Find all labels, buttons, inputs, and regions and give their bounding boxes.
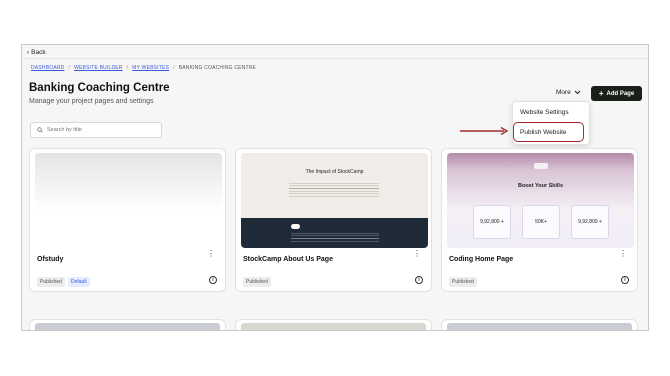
page-card-row2[interactable] [441,319,638,330]
thumbnail-stat-box: 9,92,800 + [473,205,511,239]
page-title: Banking Coaching Centre [29,82,170,94]
menu-item-website-settings[interactable]: Website Settings [520,109,569,116]
thumbnail-heading: Boost Your Skills [517,183,564,189]
breadcrumb-separator: / [126,65,129,71]
chevron-left-icon: ‹ [27,49,30,56]
info-icon[interactable]: i [415,276,423,284]
page-thumbnail: Boost Your Skills 9,92,800 + 50K+ 9,92,8… [447,153,634,248]
breadcrumb-current: BANKING COACHING CENTRE [178,65,257,71]
kebab-menu-icon[interactable]: ⋮ [413,250,421,258]
stat-value: 9,92,800 + [578,219,602,225]
page-subtitle: Manage your project pages and settings [29,98,154,105]
thumbnail-heading: The Impact of StockCamp [305,169,364,175]
status-badge: Published [243,277,271,287]
page-card-row2[interactable] [29,319,226,330]
plus-icon: + [598,88,604,98]
breadcrumb-dashboard[interactable]: DASHBOARD [31,65,64,71]
breadcrumb-separator: / [68,65,71,71]
pointer-arrow-icon [460,127,509,135]
default-badge: Default [67,277,90,287]
thumbnail-pill [291,224,300,229]
page-thumbnail [35,323,220,330]
app-window: ‹ Back DASHBOARD / WEBSITE BUILDER / MY … [21,44,649,331]
breadcrumb-separator: / [173,65,175,71]
info-icon[interactable]: i [621,276,629,284]
page-thumbnail [241,323,426,330]
card-title: Ofstudy [37,256,64,263]
card-badges: Published [243,277,271,287]
breadcrumb: DASHBOARD / WEBSITE BUILDER / MY WEBSITE… [31,65,256,71]
stat-value: 9,92,800 + [480,219,504,225]
back-label: Back [31,49,46,56]
add-page-label: Add Page [606,90,635,97]
more-label: More [556,89,571,96]
info-icon[interactable]: i [209,276,217,284]
highlight-box [513,122,584,142]
chevron-down-icon [574,90,581,95]
page-thumbnail: The Impact of StockCamp [241,153,428,248]
search-input[interactable] [47,127,147,133]
more-menu-button[interactable]: More [556,89,581,96]
thumbnail-stat-box: 50K+ [522,205,560,239]
breadcrumb-my-websites[interactable]: MY WEBSITES [132,65,169,71]
add-page-button[interactable]: + Add Page [591,86,642,101]
stat-value: 50K+ [535,219,547,225]
search-icon [37,127,43,133]
card-badges: Published [449,277,477,287]
card-title: Coding Home Page [449,256,514,263]
page-thumbnail [447,323,632,330]
card-title: StockCamp About Us Page [243,256,333,263]
page-thumbnail [35,153,222,248]
kebab-menu-icon[interactable]: ⋮ [619,250,627,258]
kebab-menu-icon[interactable]: ⋮ [207,250,215,258]
page-card-stockcamp[interactable]: The Impact of StockCamp StockCamp About … [235,148,432,292]
page-card-coding-home[interactable]: Boost Your Skills 9,92,800 + 50K+ 9,92,8… [441,148,638,292]
divider [22,58,648,59]
back-link[interactable]: ‹ Back [27,49,46,56]
status-badge: Published [449,277,477,287]
breadcrumb-website-builder[interactable]: WEBSITE BUILDER [74,65,123,71]
thumbnail-text-placeholder [291,231,379,242]
search-box [30,122,162,138]
status-badge: Published [37,277,65,287]
thumbnail-badge [534,163,548,169]
thumbnail-stat-box: 9,92,800 + [571,205,609,239]
page-card-ofstudy[interactable]: Ofstudy ⋮ Published Default i [29,148,226,292]
card-badges: Published Default [37,277,90,287]
page-card-row2[interactable] [235,319,432,330]
thumbnail-text-placeholder [289,181,379,197]
